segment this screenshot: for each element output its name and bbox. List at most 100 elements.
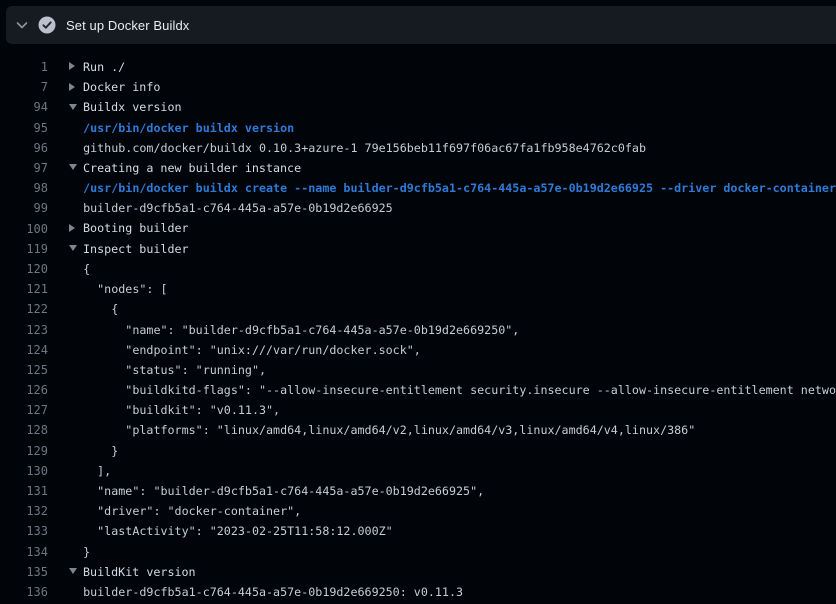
log-output-text: "platforms": "linux/amd64,linux/amd64/v2… <box>69 423 836 437</box>
log-line: 95 /usr/bin/docker buildx version <box>0 118 836 138</box>
log-output-text: "name": "builder-d9cfb5a1-c764-445a-a57e… <box>69 484 836 498</box>
log-output-text: builder-d9cfb5a1-c764-445a-a57e-0b19d2e6… <box>69 201 836 215</box>
log-line: 131 "name": "builder-d9cfb5a1-c764-445a-… <box>0 481 836 501</box>
triangle-right-icon[interactable] <box>69 81 83 95</box>
log-line: 7 Docker info <box>0 77 836 97</box>
log-line: 127 "buildkit": "v0.11.3", <box>0 400 836 420</box>
log-group-toggle[interactable]: BuildKit version <box>69 565 836 580</box>
log-command-text: /usr/bin/docker buildx create --name bui… <box>69 181 836 195</box>
step-title: Set up Docker Buildx <box>66 18 189 33</box>
line-number-link[interactable]: 96 <box>0 141 48 155</box>
log-output-text: "buildkitd-flags": "--allow-insecure-ent… <box>69 383 836 397</box>
line-number-link[interactable]: 132 <box>0 504 48 518</box>
triangle-down-icon[interactable] <box>69 565 83 579</box>
log-line: 134 } <box>0 542 836 562</box>
line-number-link[interactable]: 127 <box>0 403 48 417</box>
line-number-link[interactable]: 135 <box>0 565 48 579</box>
log-group-title: Inspect builder <box>83 242 189 256</box>
step-header[interactable]: Set up Docker Buildx <box>6 6 836 44</box>
log-container: 1 Run ./ 7 Docker info 94 Buildx version 95 /u… <box>0 44 836 602</box>
line-number-link[interactable]: 130 <box>0 464 48 478</box>
log-group-toggle[interactable]: Creating a new builder instance <box>69 161 836 176</box>
line-number-link[interactable]: 122 <box>0 302 48 316</box>
log-line: 133 "lastActivity": "2023-02-25T11:58:12… <box>0 521 836 541</box>
log-group-toggle[interactable]: Buildx version <box>69 100 836 115</box>
log-group-title: BuildKit version <box>83 565 196 579</box>
line-number-link[interactable]: 128 <box>0 423 48 437</box>
triangle-down-icon[interactable] <box>69 161 83 175</box>
line-number-link[interactable]: 7 <box>0 80 48 94</box>
line-number-link[interactable]: 129 <box>0 444 48 458</box>
line-number-link[interactable]: 126 <box>0 383 48 397</box>
log-line: 119 Inspect builder <box>0 239 836 259</box>
chevron-down-icon[interactable] <box>14 17 30 33</box>
log-line: 132 "driver": "docker-container", <box>0 501 836 521</box>
log-line: 123 "name": "builder-d9cfb5a1-c764-445a-… <box>0 319 836 339</box>
log-line: 121 "nodes": [ <box>0 279 836 299</box>
log-group-title: Creating a new builder instance <box>83 161 301 175</box>
log-line: 136 builder-d9cfb5a1-c764-445a-a57e-0b19… <box>0 582 836 602</box>
log-group-title: Buildx version <box>83 100 182 114</box>
triangle-right-icon[interactable] <box>69 60 83 74</box>
log-output-text: github.com/docker/buildx 0.10.3+azure-1 … <box>69 141 836 155</box>
log-line: 99 builder-d9cfb5a1-c764-445a-a57e-0b19d… <box>0 198 836 218</box>
line-number-link[interactable]: 99 <box>0 201 48 215</box>
log-output-text: "name": "builder-d9cfb5a1-c764-445a-a57e… <box>69 323 836 337</box>
log-line: 122 { <box>0 299 836 319</box>
log-line: 125 "status": "running", <box>0 360 836 380</box>
check-circle-icon <box>38 16 56 34</box>
log-line: 98 /usr/bin/docker buildx create --name … <box>0 178 836 198</box>
log-line: 1 Run ./ <box>0 57 836 77</box>
log-line: 96 github.com/docker/buildx 0.10.3+azure… <box>0 138 836 158</box>
log-line: 124 "endpoint": "unix:///var/run/docker.… <box>0 340 836 360</box>
log-line: 135 BuildKit version <box>0 562 836 582</box>
line-number-link[interactable]: 125 <box>0 363 48 377</box>
log-output-text: ], <box>69 464 836 478</box>
log-output-text: } <box>69 545 836 559</box>
line-number-link[interactable]: 120 <box>0 262 48 276</box>
log-line: 120 { <box>0 259 836 279</box>
log-output-text: "lastActivity": "2023-02-25T11:58:12.000… <box>69 524 836 538</box>
log-group-title: Docker info <box>83 80 160 94</box>
log-line: 100 Booting builder <box>0 219 836 239</box>
log-output-text: "buildkit": "v0.11.3", <box>69 403 836 417</box>
line-number-link[interactable]: 134 <box>0 545 48 559</box>
line-number-link[interactable]: 131 <box>0 484 48 498</box>
log-line: 128 "platforms": "linux/amd64,linux/amd6… <box>0 420 836 440</box>
line-number-link[interactable]: 100 <box>0 222 48 236</box>
triangle-down-icon[interactable] <box>69 101 83 115</box>
triangle-down-icon[interactable] <box>69 242 83 256</box>
log-output-text: "driver": "docker-container", <box>69 504 836 518</box>
log-output-text: "status": "running", <box>69 363 836 377</box>
line-number-link[interactable]: 94 <box>0 100 48 114</box>
log-group-toggle[interactable]: Inspect builder <box>69 242 836 257</box>
line-number-link[interactable]: 95 <box>0 121 48 135</box>
log-output-text: "nodes": [ <box>69 282 836 296</box>
log-output-text: { <box>69 262 836 276</box>
line-number-link[interactable]: 133 <box>0 524 48 538</box>
log-group-toggle[interactable]: Docker info <box>69 80 836 95</box>
log-output-text: "endpoint": "unix:///var/run/docker.sock… <box>69 343 836 357</box>
line-number-link[interactable]: 136 <box>0 585 48 599</box>
log-line: 97 Creating a new builder instance <box>0 158 836 178</box>
line-number-link[interactable]: 1 <box>0 60 48 74</box>
log-group-toggle[interactable]: Run ./ <box>69 60 836 75</box>
log-line: 126 "buildkitd-flags": "--allow-insecure… <box>0 380 836 400</box>
line-number-link[interactable]: 119 <box>0 242 48 256</box>
log-output-text: { <box>69 302 836 316</box>
log-output-text: builder-d9cfb5a1-c764-445a-a57e-0b19d2e6… <box>69 585 836 599</box>
log-output-text: } <box>69 444 836 458</box>
line-number-link[interactable]: 97 <box>0 161 48 175</box>
line-number-link[interactable]: 123 <box>0 323 48 337</box>
log-line: 130 ], <box>0 461 836 481</box>
line-number-link[interactable]: 121 <box>0 282 48 296</box>
actions-log-viewer: Set up Docker Buildx 1 Run ./ 7 Docker info… <box>0 6 836 602</box>
log-line: 94 Buildx version <box>0 97 836 117</box>
log-command-text: /usr/bin/docker buildx version <box>69 121 836 135</box>
log-group-toggle[interactable]: Booting builder <box>69 221 836 236</box>
log-group-title: Run ./ <box>83 60 125 74</box>
log-group-title: Booting builder <box>83 221 189 235</box>
triangle-right-icon[interactable] <box>69 222 83 236</box>
line-number-link[interactable]: 124 <box>0 343 48 357</box>
line-number-link[interactable]: 98 <box>0 181 48 195</box>
